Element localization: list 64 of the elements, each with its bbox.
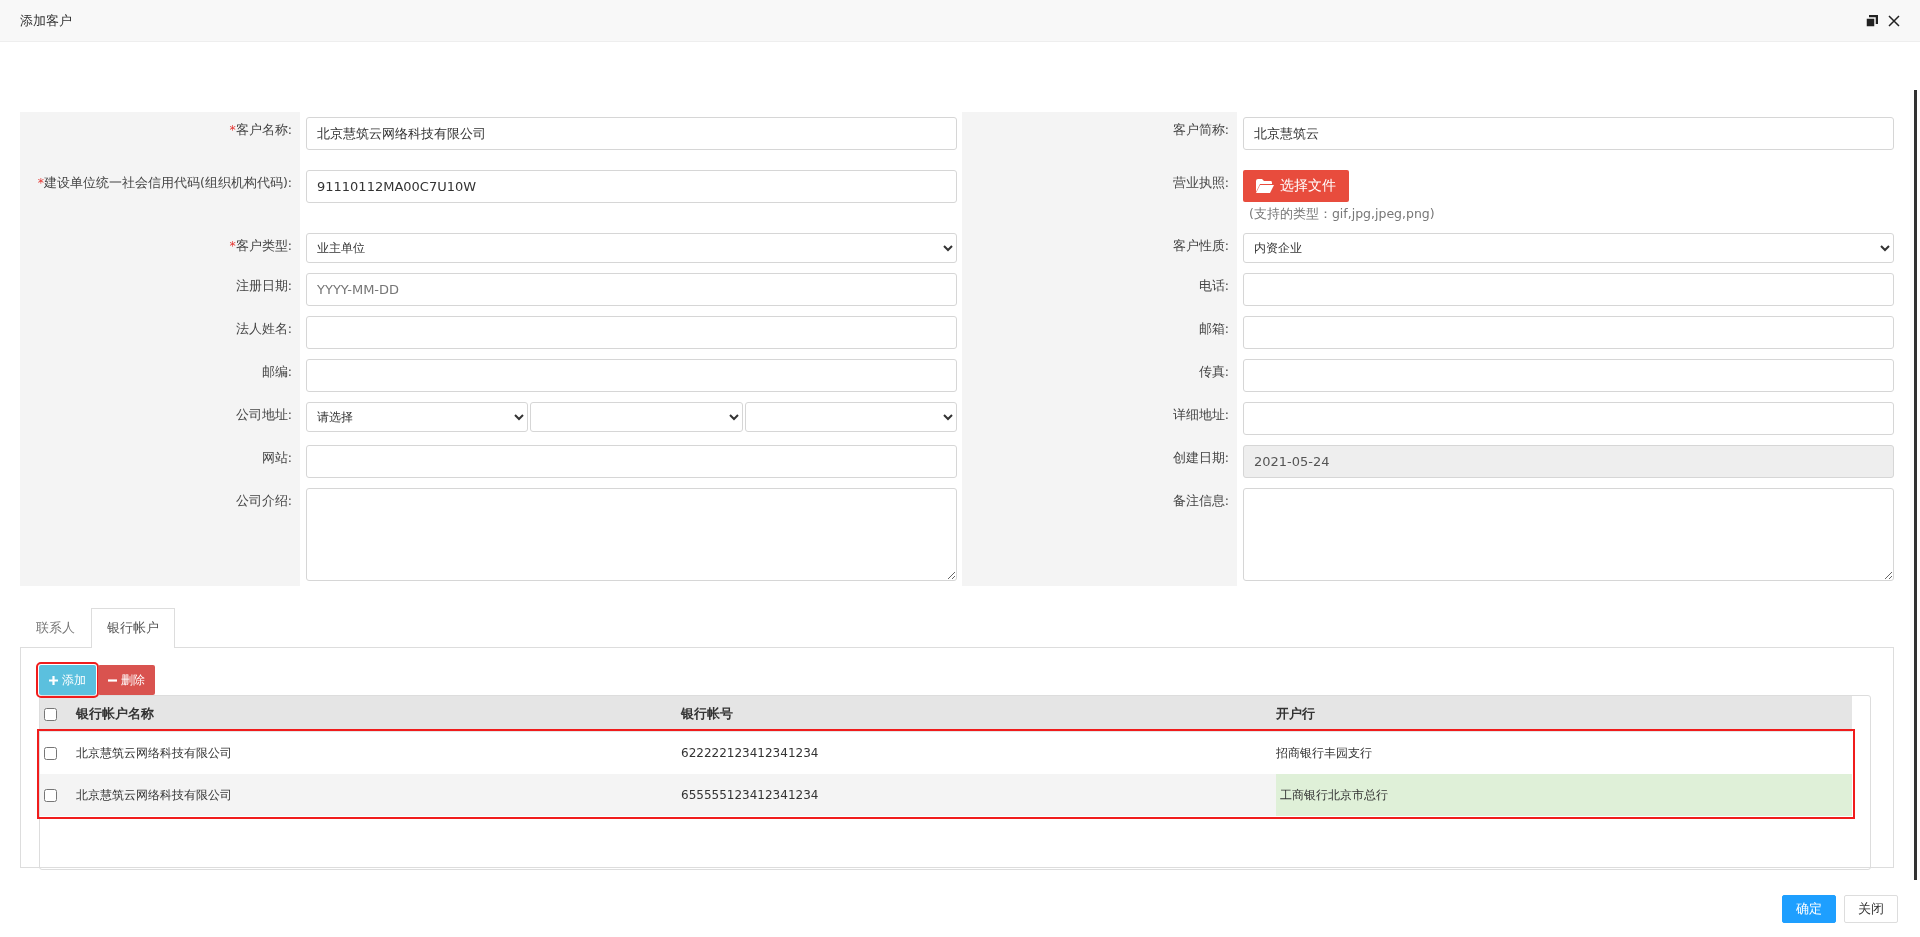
district-select[interactable] <box>744 402 957 432</box>
file-type-hint: (支持的类型：gif,jpg,jpeg,png) <box>1248 206 1436 223</box>
field-label: 邮箱: <box>1198 321 1229 336</box>
text-field[interactable] <box>1243 402 1894 435</box>
tab[interactable]: 联系人 <box>20 608 91 648</box>
select-field[interactable]: 业主单位 <box>306 233 957 263</box>
field-label: 客户性质: <box>1172 238 1229 253</box>
folder-icon <box>1256 179 1274 193</box>
text-field[interactable] <box>306 359 957 392</box>
field-label: 创建日期: <box>1172 450 1229 465</box>
table-cell: 工商银行北京市总行 <box>1276 774 1852 816</box>
required-marker: * <box>37 175 45 190</box>
text-field[interactable]: 北京慧筑云网络科技有限公司 <box>306 117 957 150</box>
select-field[interactable]: 内资企业 <box>1243 233 1894 263</box>
field-label: 邮编: <box>261 364 292 379</box>
field-label: 客户名称: <box>235 122 292 137</box>
table-cell: 622222123412341234 <box>681 746 819 760</box>
text-field[interactable] <box>306 445 957 478</box>
field-label: 客户类型: <box>235 238 292 253</box>
text-field[interactable] <box>1243 273 1894 306</box>
field-label: 电话: <box>1198 278 1229 293</box>
restore-icon[interactable] <box>1866 14 1878 27</box>
field-label: 注册日期: <box>235 278 292 293</box>
choose-file-button[interactable]: 选择文件 <box>1243 170 1349 202</box>
field-label: 营业执照: <box>1172 175 1229 190</box>
field-label: 详细地址: <box>1172 407 1229 422</box>
text-area[interactable] <box>1243 488 1894 581</box>
field-label: 备注信息: <box>1172 493 1229 508</box>
text-field[interactable] <box>1243 316 1894 349</box>
table-cell: 655555123412341234 <box>681 788 819 802</box>
select-all-checkbox[interactable] <box>44 707 57 721</box>
field-label: 客户简称: <box>1172 122 1229 137</box>
date-field[interactable]: 2021-05-24 <box>1243 445 1894 478</box>
delete-button[interactable]: 删除 <box>98 665 155 695</box>
field-label: 传真: <box>1198 364 1229 379</box>
field-label: 建设单位统一社会信用代码(组织机构代码): <box>44 175 292 190</box>
plus-icon <box>49 675 58 685</box>
text-area[interactable] <box>306 488 957 581</box>
column-header: 银行帐户名称 <box>76 705 155 723</box>
text-field[interactable] <box>306 316 957 349</box>
text-field[interactable]: 91110112MA00C7U10W <box>306 170 957 203</box>
text-field[interactable]: 北京慧筑云 <box>1243 117 1894 150</box>
field-label: 公司地址: <box>235 407 292 422</box>
text-field[interactable] <box>1243 359 1894 392</box>
required-marker: * <box>229 238 236 253</box>
scrollbar[interactable] <box>1914 90 1917 880</box>
table-cell: 北京慧筑云网络科技有限公司 <box>76 786 232 804</box>
field-label: 法人姓名: <box>235 321 292 336</box>
field-label: 公司介绍: <box>235 493 292 508</box>
required-marker: * <box>229 122 236 137</box>
column-header: 银行帐号 <box>681 705 734 723</box>
province-select[interactable]: 请选择 <box>306 402 529 432</box>
close-icon[interactable] <box>1888 14 1900 27</box>
field-label: 网站: <box>261 450 292 465</box>
city-select[interactable] <box>530 402 743 432</box>
tab[interactable]: 银行帐户 <box>91 608 175 648</box>
row-checkbox[interactable] <box>44 746 57 760</box>
column-header: 开户行 <box>1276 705 1316 723</box>
close-button[interactable]: 关闭 <box>1844 894 1898 923</box>
table-cell: 北京慧筑云网络科技有限公司 <box>76 744 232 762</box>
row-checkbox[interactable] <box>44 788 57 802</box>
window-title: 添加客户 <box>20 11 72 30</box>
text-field[interactable]: YYYY-MM-DD <box>306 273 957 306</box>
table-cell-text: 招商银行丰园支行 <box>1276 744 1373 762</box>
